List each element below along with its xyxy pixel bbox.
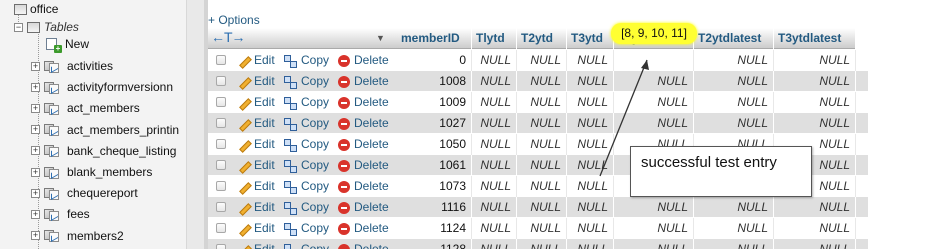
table-icon	[44, 60, 59, 73]
table-name-label[interactable]: act_members_printin	[67, 123, 179, 137]
tables-group-label[interactable]: Tables	[44, 20, 79, 34]
tree-node-table[interactable]: + fees	[31, 205, 90, 223]
main-content: + Options ←T→ ▼ memberID Tlytd T2ytd T3ytd T…	[208, 0, 947, 249]
table-name-label[interactable]: chequereport	[67, 186, 138, 200]
table-name-label[interactable]: activities	[67, 59, 113, 73]
folder-icon	[27, 21, 40, 33]
table-icon	[44, 144, 59, 158]
table-name-label[interactable]: bank_cheque_listing	[67, 144, 176, 158]
table-icon	[44, 81, 59, 94]
expand-icon[interactable]: +	[31, 188, 40, 198]
expand-icon[interactable]: +	[31, 61, 40, 71]
table-name-label[interactable]: members2	[67, 229, 124, 243]
expand-icon[interactable]: +	[31, 146, 40, 156]
tree-node-table[interactable]: + activityformversionn	[31, 78, 173, 96]
table-icon	[44, 102, 59, 115]
database-icon	[14, 3, 27, 15]
table-icon	[44, 229, 59, 243]
expand-icon[interactable]: +	[31, 103, 40, 113]
tree-node-table[interactable]: + act_members_printin	[31, 121, 179, 139]
expand-icon[interactable]: +	[31, 125, 40, 135]
table-name-label[interactable]: blank_members	[67, 165, 152, 179]
database-label[interactable]: office	[30, 2, 58, 16]
expand-icon[interactable]: +	[31, 167, 40, 177]
new-label[interactable]: New	[65, 37, 89, 51]
annotation-callout: successful test entry	[630, 146, 812, 197]
tree-node-tables-group[interactable]: − Tables	[14, 18, 79, 36]
table-icon	[44, 187, 59, 200]
tree-node-table[interactable]: + chequereport	[31, 184, 138, 202]
arrow-head	[641, 60, 649, 70]
table-icon	[44, 208, 59, 221]
tree-node-table[interactable]: + blank_members	[31, 163, 152, 181]
table-name-label[interactable]: fees	[67, 207, 90, 221]
expand-icon[interactable]: +	[31, 209, 40, 219]
navigation-tree: office − Tables + New + activities + activi…	[0, 0, 186, 249]
table-name-label[interactable]: activityformversionn	[67, 80, 173, 94]
tree-node-table[interactable]: + members2	[31, 227, 124, 245]
tree-node-new[interactable]: + New	[46, 35, 89, 53]
tree-node-table[interactable]: + activities	[31, 57, 113, 75]
collapse-icon[interactable]: −	[14, 22, 23, 32]
table-icon	[44, 166, 59, 179]
table-name-label[interactable]: act_members	[67, 101, 140, 115]
expand-icon[interactable]: +	[31, 82, 40, 92]
tree-node-database[interactable]: office	[14, 0, 58, 18]
tree-node-table[interactable]: + bank_cheque_listing	[31, 142, 176, 160]
table-icon	[44, 123, 59, 137]
tree-node-table[interactable]: + act_members	[31, 99, 140, 117]
nav-scrollbar[interactable]	[186, 0, 204, 249]
annotation-arrow	[599, 59, 649, 177]
new-table-icon: +	[46, 37, 62, 53]
expand-icon[interactable]: +	[31, 231, 40, 241]
